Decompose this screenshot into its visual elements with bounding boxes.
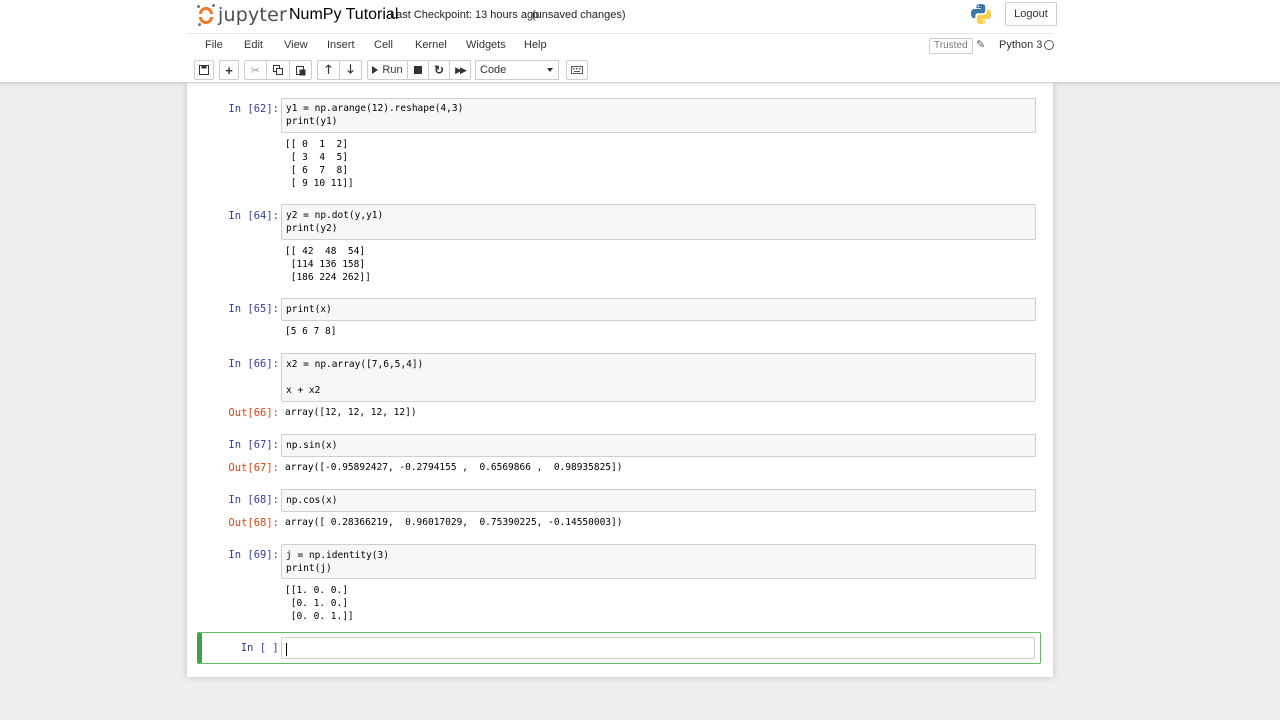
code-line: y1 = np.arange(12).reshape(4,3) bbox=[286, 103, 464, 114]
input-prompt: In [68]: bbox=[228, 494, 279, 506]
paste-icon bbox=[295, 65, 305, 75]
kernel-name: Python 3 bbox=[999, 39, 1043, 51]
output-line: array([-0.95892427, -0.2794155 , 0.65698… bbox=[285, 462, 623, 473]
cell-type-select[interactable]: Code bbox=[475, 60, 559, 80]
input-prompt: In [64]: bbox=[228, 210, 279, 222]
copy-button[interactable] bbox=[267, 60, 290, 80]
output-line: [114 136 158] bbox=[285, 259, 366, 270]
insert-cell-button[interactable]: + bbox=[219, 60, 239, 80]
menu-edit[interactable]: Edit bbox=[244, 39, 263, 51]
run-icon bbox=[372, 66, 379, 74]
trusted-indicator[interactable]: Trusted bbox=[929, 38, 973, 54]
input-prompt: In [ ]: bbox=[240, 642, 285, 654]
save-icon bbox=[199, 65, 209, 75]
input-prompt: In [69]: bbox=[228, 549, 279, 561]
command-palette-button[interactable] bbox=[566, 60, 588, 80]
output-line: [0. 1. 0.] bbox=[285, 598, 348, 609]
move-down-button[interactable]: 🡓 bbox=[340, 60, 362, 80]
output-prompt: Out[67]: bbox=[228, 462, 279, 474]
keyboard-icon bbox=[571, 66, 583, 74]
menu-file[interactable]: File bbox=[205, 39, 223, 51]
run-button[interactable]: Run bbox=[367, 60, 408, 80]
code-input[interactable]: np.cos(x) bbox=[281, 489, 1036, 512]
output-prompt: Out[66]: bbox=[228, 407, 279, 419]
output-line: [ 9 10 11]] bbox=[285, 178, 354, 189]
menu-view[interactable]: View bbox=[284, 39, 308, 51]
menu-help[interactable]: Help bbox=[524, 39, 547, 51]
menu-insert[interactable]: Insert bbox=[327, 39, 355, 51]
plus-icon: + bbox=[225, 62, 233, 78]
output-prompt: Out[68]: bbox=[228, 517, 279, 529]
input-prompt: In [66]: bbox=[228, 358, 279, 370]
code-line: x + x2 bbox=[286, 385, 321, 396]
code-line: y2 = np.dot(y,y1) bbox=[286, 210, 384, 221]
copy-icon bbox=[273, 65, 283, 75]
autosave-status: (unsaved changes) bbox=[532, 9, 626, 21]
jupyter-logo[interactable]: jupyter bbox=[197, 2, 287, 28]
header: jupyter NumPy Tutorial Last Checkpoint: … bbox=[0, 0, 1280, 83]
output-line: [[ 42 48 54] bbox=[285, 246, 366, 257]
text-cursor bbox=[286, 643, 287, 656]
cut-button[interactable]: ✂ bbox=[244, 60, 267, 80]
code-input[interactable]: np.sin(x) bbox=[281, 434, 1036, 457]
code-line: print(x) bbox=[286, 304, 332, 315]
code-line: np.cos(x) bbox=[286, 495, 338, 506]
logout-button[interactable]: Logout bbox=[1005, 2, 1057, 26]
menubar: File Edit View Insert Cell Kernel Widget… bbox=[187, 33, 1054, 57]
arrow-down-icon: 🡓 bbox=[347, 61, 354, 76]
kernel-status-icon bbox=[1044, 40, 1054, 50]
jupyter-logo-icon bbox=[197, 4, 215, 26]
run-label: Run bbox=[382, 64, 403, 76]
notebook-name[interactable]: NumPy Tutorial bbox=[287, 5, 400, 25]
arrow-up-icon: 🡑 bbox=[325, 61, 332, 76]
header-top: jupyter NumPy Tutorial Last Checkpoint: … bbox=[187, 0, 1057, 32]
notebook-container: In [62]: y1 = np.arange(12).reshape(4,3)… bbox=[187, 83, 1053, 677]
paste-button[interactable] bbox=[290, 60, 312, 80]
code-line: j = np.identity(3) bbox=[286, 550, 389, 561]
code-line: x2 = np.array([7,6,5,4]) bbox=[286, 359, 424, 370]
output-line: [[ 0 1 2] bbox=[285, 139, 348, 150]
code-input[interactable]: j = np.identity(3) print(j) bbox=[281, 544, 1036, 579]
code-line: np.sin(x) bbox=[286, 440, 338, 451]
output-line: [186 224 262]] bbox=[285, 272, 371, 283]
input-prompt: In [65]: bbox=[228, 303, 279, 315]
checkpoint-status: Last Checkpoint: 13 hours ago bbox=[390, 9, 540, 21]
code-line: print(j) bbox=[286, 563, 332, 574]
output-line: [5 6 7 8] bbox=[285, 326, 337, 337]
restart-icon: ↻ bbox=[433, 63, 445, 77]
stop-icon bbox=[414, 66, 422, 74]
output-line: [[1. 0. 0.] bbox=[285, 585, 348, 596]
menu-kernel[interactable]: Kernel bbox=[415, 39, 447, 51]
code-input[interactable]: x2 = np.array([7,6,5,4]) x + x2 bbox=[281, 353, 1036, 402]
code-line: print(y1) bbox=[286, 116, 338, 127]
menu-widgets[interactable]: Widgets bbox=[466, 39, 506, 51]
code-input[interactable]: print(x) bbox=[281, 298, 1036, 321]
selected-empty-cell[interactable]: In [ ]: bbox=[197, 632, 1041, 664]
cell-type-value: Code bbox=[480, 64, 507, 76]
interrupt-button[interactable] bbox=[408, 60, 429, 80]
menu-cell[interactable]: Cell bbox=[374, 39, 393, 51]
chevron-down-icon bbox=[547, 68, 553, 72]
fast-forward-icon: ▶▶ bbox=[455, 64, 467, 75]
toolbar: + ✂ 🡑 🡓 Run ↻ ▶▶ Code bbox=[187, 58, 1053, 82]
cut-icon: ✂ bbox=[250, 64, 261, 77]
input-prompt: In [62]: bbox=[228, 103, 279, 115]
code-input[interactable] bbox=[281, 637, 1035, 659]
output-line: array([ 0.28366219, 0.96017029, 0.753902… bbox=[285, 517, 623, 528]
restart-button[interactable]: ↻ bbox=[429, 60, 450, 80]
move-up-button[interactable]: 🡑 bbox=[317, 60, 340, 80]
python-logo-icon bbox=[971, 4, 991, 24]
code-input[interactable]: y1 = np.arange(12).reshape(4,3) print(y1… bbox=[281, 98, 1036, 133]
pencil-icon[interactable]: ✎ bbox=[976, 38, 985, 51]
output-line: [ 3 4 5] bbox=[285, 152, 348, 163]
output-line: array([12, 12, 12, 12]) bbox=[285, 407, 417, 418]
logo-text: jupyter bbox=[218, 4, 287, 26]
save-button[interactable] bbox=[194, 60, 214, 80]
output-line: [ 6 7 8] bbox=[285, 165, 348, 176]
output-line: [0. 0. 1.]] bbox=[285, 611, 354, 622]
code-input[interactable]: y2 = np.dot(y,y1) print(y2) bbox=[281, 204, 1036, 240]
input-prompt: In [67]: bbox=[228, 439, 279, 451]
restart-run-all-button[interactable]: ▶▶ bbox=[450, 60, 471, 80]
code-line: print(y2) bbox=[286, 223, 338, 234]
